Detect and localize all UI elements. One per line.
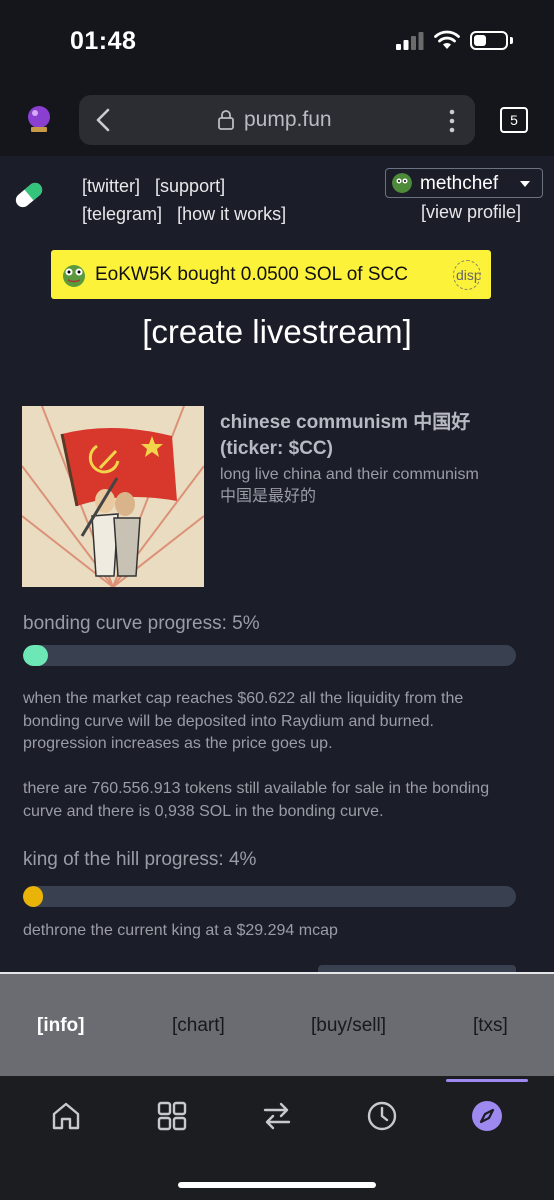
king-of-hill-label: king of the hill progress: 4% — [23, 849, 257, 870]
chevron-down-icon — [520, 181, 530, 187]
token-name: chinese communism 中国好 — [220, 412, 471, 433]
bonding-curve-info: when the market cap reaches $60.622 all … — [23, 690, 464, 752]
view-profile-link[interactable]: [view profile] — [421, 202, 521, 223]
trade-ticker[interactable]: EoKW5K bought 0.0500 SOL of SCC disp — [51, 250, 491, 299]
url-text: pump.fun — [244, 108, 332, 131]
king-of-hill-progress-bar — [23, 886, 516, 907]
wifi-icon — [434, 30, 460, 49]
more-options-icon[interactable] — [449, 109, 455, 133]
bonding-curve-label: bonding curve progress: 5% — [23, 613, 260, 634]
browser-toolbar: pump.fun 5 — [0, 80, 554, 156]
user-menu-button[interactable]: methchef — [385, 168, 543, 198]
grid-icon[interactable] — [156, 1100, 188, 1132]
address-bar[interactable]: pump.fun — [79, 95, 475, 145]
king-of-hill-info: dethrone the current king at a $29.294 m… — [23, 922, 338, 939]
username: methchef — [420, 173, 499, 194]
frog-avatar-icon — [63, 265, 85, 287]
token-ticker: (ticker: $CC) — [220, 438, 333, 459]
home-indicator — [178, 1182, 376, 1188]
status-time: 01:48 — [70, 27, 137, 55]
telegram-link[interactable]: [telegram] — [82, 204, 162, 224]
compass-icon[interactable] — [471, 1100, 503, 1132]
twitter-link[interactable]: [twitter] — [82, 176, 140, 196]
king-of-hill-progress-fill — [23, 886, 43, 907]
battery-tip — [510, 37, 513, 44]
content-tab-bar: [info] [chart] [buy/sell] [txs] — [0, 972, 554, 1076]
home-icon[interactable] — [50, 1100, 82, 1132]
pill-logo-icon[interactable] — [12, 178, 46, 212]
token-description: long live china and their communism 中国是最… — [220, 464, 540, 508]
support-link[interactable]: [support] — [155, 176, 225, 196]
swap-icon[interactable] — [261, 1100, 293, 1132]
bonding-curve-progress-fill — [23, 645, 48, 666]
token-image — [22, 406, 204, 587]
tab-info[interactable]: [info] — [37, 1015, 84, 1037]
bonding-curve-supply-info: there are 760.556.913 tokens still avail… — [23, 780, 490, 820]
active-nav-indicator — [446, 1079, 528, 1082]
history-icon[interactable] — [366, 1100, 398, 1132]
how-it-works-link[interactable]: [how it works] — [177, 204, 286, 224]
tab-buy-sell[interactable]: [buy/sell] — [311, 1015, 386, 1037]
bonding-curve-progress-bar — [23, 645, 516, 666]
token-description-line1: long live china and their communism — [220, 466, 479, 483]
token-title: chinese communism 中国好 (ticker: $CC) — [220, 410, 540, 462]
status-bar: 01:48 — [0, 0, 554, 80]
tab-count-button[interactable]: 5 — [500, 107, 528, 133]
battery-icon — [470, 31, 508, 50]
tab-txs[interactable]: [txs] — [473, 1015, 508, 1037]
tab-chart[interactable]: [chart] — [172, 1015, 225, 1037]
ticker-text: EoKW5K bought 0.0500 SOL of SCC — [95, 264, 408, 285]
user-avatar — [392, 173, 412, 193]
back-icon[interactable] — [93, 107, 115, 133]
create-livestream-link[interactable]: [create livestream] — [0, 313, 554, 351]
header-links: [twitter] [support] [telegram] [how it w… — [82, 172, 296, 228]
token-thumbnail: disp — [453, 260, 481, 290]
crystal-ball-icon[interactable] — [24, 104, 54, 134]
token-description-line2: 中国是最好的 — [220, 488, 317, 505]
lock-icon — [218, 110, 234, 130]
cellular-signal-icon — [396, 32, 424, 50]
